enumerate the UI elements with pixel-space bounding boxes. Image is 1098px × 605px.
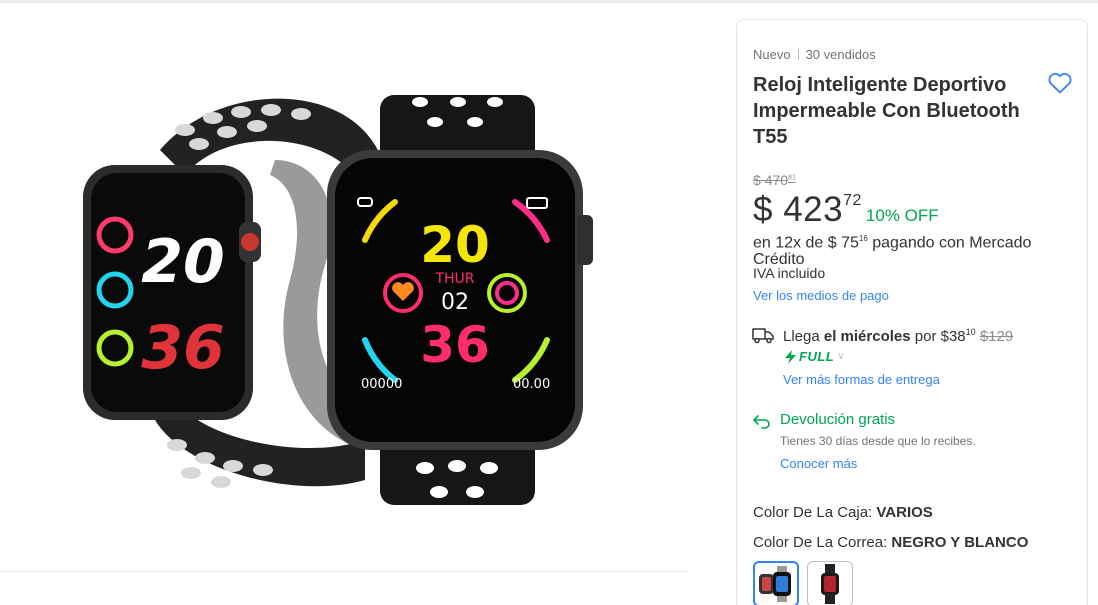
watch-thumbnail-icon: [821, 564, 839, 604]
shipping-prefix: Llega: [783, 328, 824, 345]
product-title: Reloj Inteligente Deportivo Impermeable …: [753, 74, 1020, 148]
price-row: $ 4237210% OFF: [753, 190, 939, 230]
shipping-price: por $38: [910, 328, 966, 345]
learn-more-link[interactable]: Conocer más: [780, 456, 857, 471]
product-subtitle: Nuevo 30 vendidos: [753, 47, 876, 62]
shipping-old-price: $129: [979, 328, 1014, 345]
strap-color-attribute: Color De La Correa: NEGRO Y BLANCO: [753, 534, 1028, 551]
price-integer: 423: [783, 190, 844, 229]
tax-note: IVA incluido: [753, 265, 826, 281]
gallery-divider: [0, 571, 688, 572]
original-price-integer: 470: [764, 172, 789, 188]
discount-badge: 10% OFF: [865, 206, 939, 225]
variation-thumbnail-selected[interactable]: [753, 561, 799, 605]
product-gallery: 20 36 20 THUR 02 36 00000 00.00: [0, 3, 688, 571]
watch-thumbnail-icon: [759, 566, 791, 602]
strap-color-label: Color De La Correa:: [753, 534, 892, 551]
shipping-info: Llega el miércoles por $3810 $129: [783, 327, 1013, 345]
installments-cents: 16: [858, 234, 868, 243]
right-hour: 20: [420, 216, 490, 274]
installments-amount: en 12x de $ 75: [753, 234, 859, 252]
original-price-cents: 81: [788, 174, 796, 182]
installments-text: en 12x de $ 7516 pagando con Mercado Cré…: [753, 230, 1053, 268]
case-color-label: Color De La Caja:: [753, 504, 877, 521]
return-arrow-icon: [753, 415, 770, 429]
original-price: $ 47081: [753, 172, 796, 188]
right-date: 02: [441, 290, 469, 315]
case-color-attribute: Color De La Caja: VARIOS: [753, 504, 933, 521]
case-color-value: VARIOS: [876, 504, 933, 521]
subtitle-separator: [797, 49, 799, 60]
price-currency: $: [753, 190, 773, 229]
sold-count: 30 vendidos: [805, 47, 876, 62]
left-minute: 36: [141, 313, 225, 383]
lightning-icon: [785, 349, 796, 364]
variation-thumbnail[interactable]: [807, 561, 853, 605]
favorite-heart-icon[interactable]: [1047, 71, 1073, 95]
chevron-down-icon: ∨: [837, 351, 845, 362]
free-return-title: Devolución gratis: [780, 411, 896, 428]
shipping-price-cents: 10: [965, 327, 976, 337]
free-return-description: Tienes 30 días desde que lo recibes.: [780, 434, 976, 448]
delivery-options-link[interactable]: Ver más formas de entrega: [783, 372, 940, 387]
buy-box: Nuevo 30 vendidos Reloj Inteligente Depor…: [736, 19, 1088, 605]
truck-icon: [752, 328, 774, 344]
current-price: $ 42372: [753, 190, 862, 229]
left-hour: 20: [141, 227, 225, 297]
shipping-day: el miércoles: [823, 328, 911, 345]
strap-color-value: NEGRO Y BLANCO: [891, 534, 1029, 551]
price-cents: 72: [843, 192, 862, 209]
right-day: THUR: [434, 271, 474, 287]
right-distance: 00.00: [513, 377, 550, 392]
original-price-currency: $: [753, 172, 761, 188]
payment-methods-link[interactable]: Ver los medios de pago: [753, 288, 889, 303]
full-label: FULL: [799, 349, 835, 364]
right-minute: 36: [420, 316, 490, 374]
condition-label: Nuevo: [753, 47, 791, 62]
product-image[interactable]: 20 36 20 THUR 02 36 00000 00.00: [65, 90, 605, 505]
full-badge[interactable]: FULL ∨: [785, 349, 845, 364]
right-steps: 00000: [361, 377, 402, 392]
